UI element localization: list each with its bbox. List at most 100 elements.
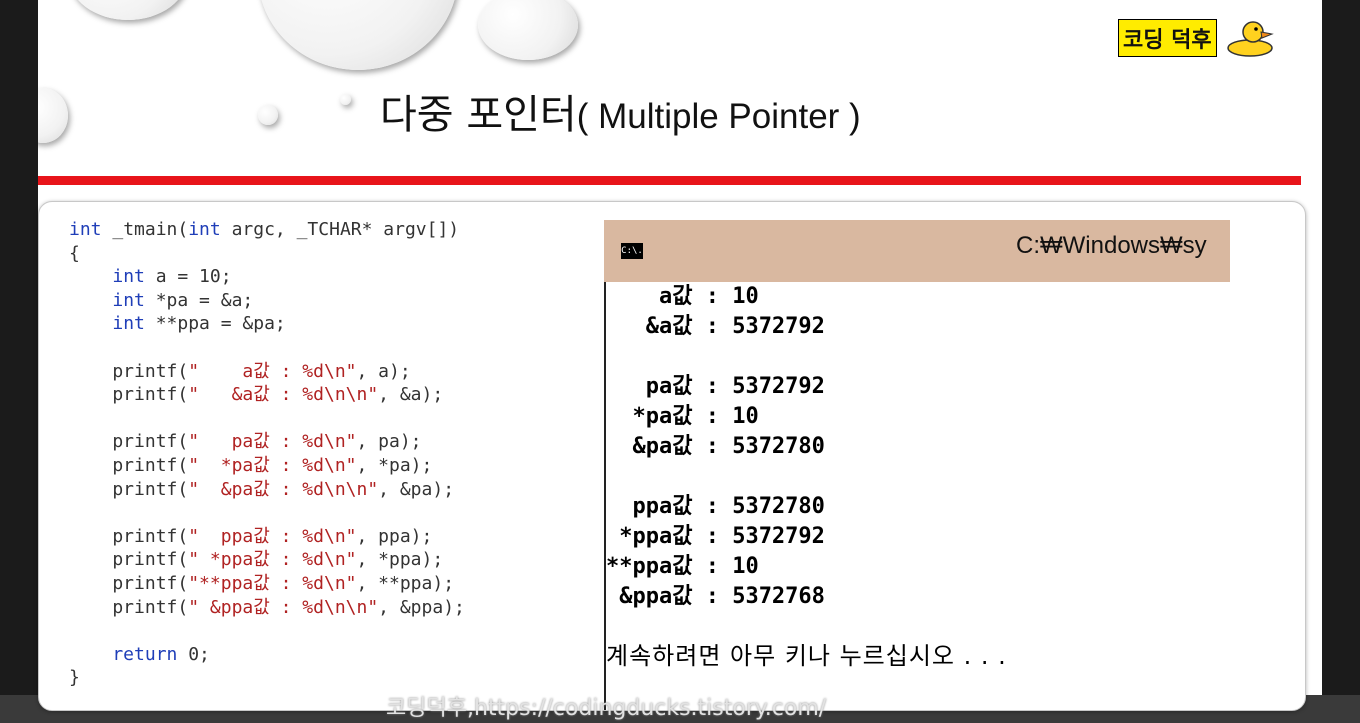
- code-line: int a = 10;: [69, 265, 465, 289]
- code-line: int *pa = &a;: [69, 289, 465, 313]
- code-token: printf(: [69, 454, 189, 476]
- code-token: int: [112, 313, 145, 335]
- code-line: int **ppa = &pa;: [69, 312, 465, 336]
- console-output-line: &ppa값 : 5372768: [606, 584, 825, 609]
- code-token: **ppa = &pa;: [144, 313, 286, 335]
- brand-logo: 코딩 덕후: [1118, 18, 1275, 58]
- code-line: return 0;: [69, 643, 465, 667]
- code-line: {: [69, 242, 465, 266]
- code-token: " *ppa값 : %d\n": [188, 549, 357, 571]
- console-window-title: C:₩Windows₩sy: [1016, 232, 1207, 259]
- code-token: , pa);: [356, 431, 422, 453]
- code-token: printf(: [69, 596, 189, 618]
- right-frame-border: [1322, 0, 1360, 723]
- code-token: a = 10;: [144, 266, 232, 288]
- code-token: printf(: [69, 384, 189, 406]
- code-line: printf(" &ppa값 : %d\n\n", &ppa);: [69, 596, 465, 620]
- decorative-bubble: [68, 0, 188, 20]
- console-output-line: pa값 : 5372792: [606, 374, 825, 399]
- title-english: ( Multiple Pointer ): [576, 97, 861, 136]
- console-output-line: *ppa값 : 5372792: [606, 524, 825, 549]
- code-token: {: [69, 242, 80, 264]
- code-token: 0;: [177, 643, 210, 665]
- console-output-line: &a값 : 5372792: [606, 314, 825, 339]
- console-output-area: a값 : 10 &a값 : 5372792 pa값 : 5372792 *pa값…: [604, 282, 1226, 710]
- decorative-bubble: [38, 88, 68, 143]
- code-line: printf("**ppa값 : %d\n", **ppa);: [69, 572, 465, 596]
- code-token: printf(: [69, 478, 189, 500]
- console-output: a값 : 10 &a값 : 5372792 pa값 : 5372792 *pa값…: [606, 282, 825, 612]
- code-token: int: [69, 219, 102, 240]
- code-token: }: [69, 667, 80, 689]
- code-token: "**ppa값 : %d\n": [188, 572, 357, 594]
- code-token: , &a);: [378, 384, 444, 406]
- code-token: , *ppa);: [356, 549, 444, 571]
- duck-icon: [1226, 21, 1274, 57]
- code-token: int: [188, 219, 221, 240]
- code-token: " a값 : %d\n": [188, 360, 357, 382]
- code-line: printf(" *pa값 : %d\n", *pa);: [69, 454, 465, 478]
- decorative-bubble: [340, 94, 351, 105]
- code-token: return: [69, 643, 178, 665]
- code-token: " *pa값 : %d\n": [188, 454, 357, 476]
- console-title-bar[interactable]: C:\. C:₩Windows₩sy: [604, 220, 1230, 282]
- code-token: printf(: [69, 525, 189, 547]
- left-frame-border: [0, 0, 38, 723]
- code-line: int _tmain(int argc, _TCHAR* argv[]): [69, 218, 465, 242]
- code-token: " &ppa값 : %d\n\n": [188, 596, 379, 618]
- console-output-line: a값 : 10: [606, 284, 759, 309]
- content-panel: int _tmain(int argc, _TCHAR* argv[]){ in…: [38, 201, 1306, 711]
- code-line: printf(" pa값 : %d\n", pa);: [69, 430, 465, 454]
- console-prompt: 계속하려면 아무 키나 누르십시오 . . .: [606, 642, 1007, 670]
- code-token: printf(: [69, 549, 189, 571]
- code-token: printf(: [69, 360, 189, 382]
- code-line: printf(" ppa값 : %d\n", ppa);: [69, 525, 465, 549]
- code-token: *pa = &a;: [144, 289, 254, 311]
- console-window: C:\. C:₩Windows₩sy a값 : 10 &a값 : 5372792…: [604, 220, 1230, 710]
- code-line: }: [69, 666, 465, 690]
- source-code-block: int _tmain(int argc, _TCHAR* argv[]){ in…: [69, 218, 465, 690]
- code-token: , a);: [356, 360, 411, 382]
- decorative-bubble: [478, 0, 578, 60]
- code-token: " &a값 : %d\n\n": [188, 384, 379, 406]
- page-title: 다중 포인터( Multiple Pointer ): [380, 82, 861, 140]
- code-line: printf(" &a값 : %d\n\n", &a);: [69, 383, 465, 407]
- brand-text: 코딩 덕후: [1118, 19, 1217, 57]
- title-underline-bar: [38, 176, 1301, 185]
- code-token: , &pa);: [378, 478, 455, 500]
- decorative-bubble: [258, 105, 278, 125]
- code-token: , &ppa);: [378, 596, 465, 618]
- code-token: int: [112, 289, 145, 311]
- code-token: printf(: [69, 572, 189, 594]
- code-token: , *pa);: [356, 454, 433, 476]
- code-token: " pa값 : %d\n": [188, 431, 357, 453]
- watermark-text: 코딩덕후,https://codingducks.tistory.com/: [386, 696, 827, 721]
- code-token: _tmain(: [101, 219, 189, 240]
- code-token: int: [112, 266, 145, 288]
- code-line: printf(" a값 : %d\n", a);: [69, 360, 465, 384]
- code-token: , **ppa);: [356, 572, 455, 594]
- console-output-line: **ppa값 : 10: [606, 554, 759, 579]
- title-korean: 다중 포인터: [380, 92, 577, 138]
- code-token: argc, _TCHAR* argv[]): [220, 219, 460, 240]
- console-output-line: ppa값 : 5372780: [606, 494, 825, 519]
- decorative-bubble: [258, 0, 458, 70]
- code-line: printf(" *ppa값 : %d\n", *ppa);: [69, 548, 465, 572]
- console-output-line: *pa값 : 10: [606, 404, 759, 429]
- code-token: printf(: [69, 431, 189, 453]
- command-prompt-icon: C:\.: [621, 243, 643, 259]
- code-line: printf(" &pa값 : %d\n\n", &pa);: [69, 478, 465, 502]
- code-token: , ppa);: [356, 525, 433, 547]
- code-token: " &pa값 : %d\n\n": [188, 478, 379, 500]
- code-token: " ppa값 : %d\n": [188, 525, 357, 547]
- console-output-line: &pa값 : 5372780: [606, 434, 825, 459]
